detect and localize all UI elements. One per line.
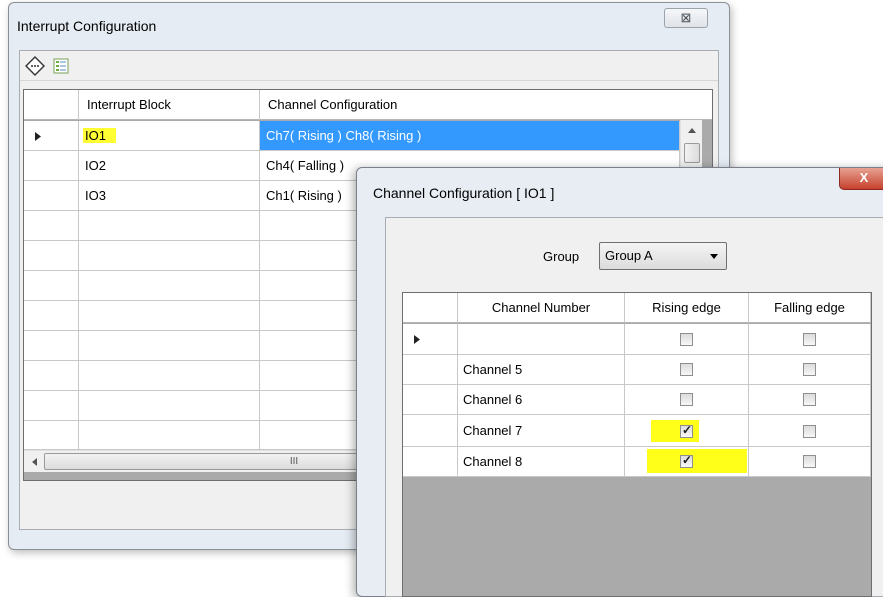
row-header[interactable] [403,385,458,415]
close-icon: X [859,170,869,185]
row-header[interactable] [403,415,458,447]
rising-edge-checkbox-checked[interactable] [680,423,693,438]
falling-edge-cell [749,385,871,415]
chevron-down-icon [710,254,718,259]
column-header-rising-edge[interactable]: Rising edge [625,293,749,323]
rising-edge-cell [625,415,749,447]
channel-cell[interactable]: Channel 8 [458,447,625,477]
rising-edge-cell [625,385,749,415]
dialog-client-area: Group Group A Channel Number Rising edge… [385,217,883,597]
falling-edge-checkbox[interactable] [803,363,816,376]
row-header-corner [403,293,458,323]
row-header[interactable] [403,324,458,355]
highlighted-text: IO1 [83,128,116,143]
list-icon[interactable] [50,55,72,77]
row-header[interactable] [24,331,79,361]
current-row-arrow-icon [414,335,420,344]
column-header-channel-number[interactable]: Channel Number [458,293,625,323]
group-select[interactable]: Group A [599,242,727,270]
close-icon: ⊠ [680,10,692,25]
row-header[interactable] [24,421,79,450]
current-row-arrow-icon [35,132,41,141]
falling-edge-checkbox[interactable] [803,333,816,346]
row-header[interactable] [24,181,79,211]
channel-cell-selected[interactable]: Channel 2 [458,324,625,355]
highlight-marker [647,449,747,473]
row-header[interactable] [24,151,79,181]
empty-cell[interactable] [79,301,260,331]
scroll-up-icon[interactable] [688,128,696,133]
rising-edge-checkbox[interactable] [680,333,693,346]
column-header-falling-edge[interactable]: Falling edge [749,293,871,323]
table-cell-config-selected[interactable]: Ch7( Rising ) Ch8( Rising ) [260,121,680,151]
empty-cell[interactable] [79,421,260,450]
empty-cell[interactable] [79,361,260,391]
empty-cell[interactable] [79,331,260,361]
rising-edge-checkbox[interactable] [680,393,693,406]
group-select-value: Group A [605,248,653,263]
row-header[interactable] [24,211,79,241]
falling-edge-cell [749,324,871,355]
row-header[interactable] [24,121,79,151]
falling-edge-checkbox[interactable] [803,425,816,438]
column-header-interrupt-block[interactable]: Interrupt Block [79,90,260,120]
diamond-icon[interactable] [24,55,46,77]
group-label: Group [543,249,580,264]
row-header[interactable] [403,355,458,385]
rising-edge-cell [625,355,749,385]
empty-cell[interactable] [79,271,260,301]
channel-grid: Channel Number Rising edge Falling edge … [402,292,872,597]
rising-edge-cell [625,324,749,355]
rising-edge-cell [625,447,749,477]
channel-cell[interactable]: Channel 7 [458,415,625,447]
row-header[interactable] [24,361,79,391]
row-header[interactable] [403,447,458,477]
row-header[interactable] [24,301,79,331]
row-header[interactable] [24,271,79,301]
row-header[interactable] [24,391,79,421]
falling-edge-cell [749,355,871,385]
falling-edge-checkbox[interactable] [803,393,816,406]
row-header-corner [24,90,79,120]
channel-configuration-dialog: Channel Configuration [ IO1 ] X Group Gr… [356,167,883,597]
table-cell-block[interactable]: IO1 [79,121,260,151]
column-header-channel-configuration[interactable]: Channel Configuration [260,90,680,120]
rising-edge-checkbox[interactable] [680,363,693,376]
channel-cell[interactable]: Channel 6 [458,385,625,415]
empty-cell[interactable] [79,241,260,271]
toolbar [20,51,718,81]
rising-edge-checkbox-checked[interactable] [680,453,693,468]
scroll-left-icon[interactable] [32,458,37,466]
falling-edge-cell [749,415,871,447]
window-title: Interrupt Configuration [17,18,157,34]
falling-edge-checkbox[interactable] [803,455,816,468]
table-cell-block[interactable]: IO2 [79,151,260,181]
empty-cell[interactable] [79,211,260,241]
table-cell-block[interactable]: IO3 [79,181,260,211]
dialog-close-button[interactable]: X [839,168,883,190]
vertical-scroll-thumb[interactable] [684,143,700,163]
grid-header: Interrupt Block Channel Configuration [24,90,712,120]
falling-edge-cell [749,447,871,477]
channel-cell[interactable]: Channel 5 [458,355,625,385]
dialog-title: Channel Configuration [ IO1 ] [373,185,555,201]
close-button[interactable]: ⊠ [664,8,708,28]
empty-cell[interactable] [79,391,260,421]
row-header[interactable] [24,241,79,271]
